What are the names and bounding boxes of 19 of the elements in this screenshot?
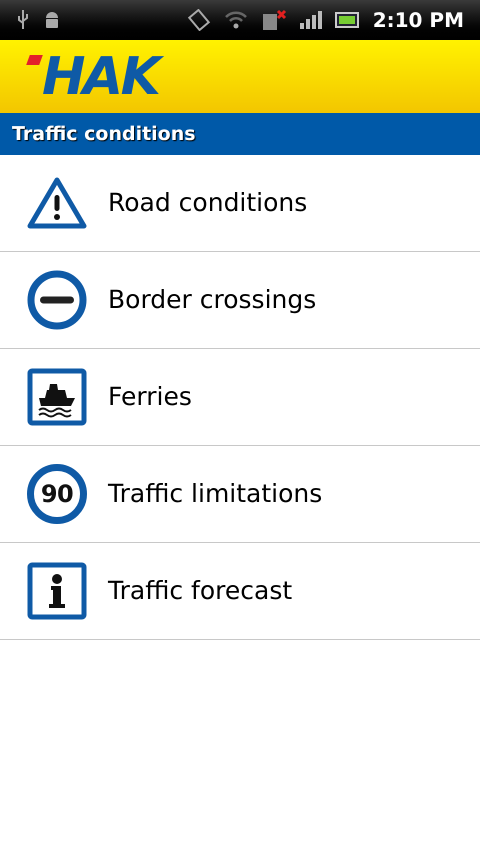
logo-square-mark [26, 54, 43, 64]
signal-icon [298, 10, 323, 30]
menu-item[interactable]: 90 Traffic limitations [0, 446, 480, 543]
no-entry-sign-icon [27, 270, 87, 330]
menu-item[interactable]: Border crossings [0, 252, 480, 349]
usb-icon [16, 9, 30, 31]
wifi-icon [222, 9, 249, 31]
speed-limit-sign: 90 [27, 464, 87, 524]
menu-item[interactable]: Traffic forecast [0, 543, 480, 640]
screen-title: Traffic conditions [12, 122, 196, 147]
menu-item[interactable]: Road conditions [0, 155, 480, 252]
battery-icon [334, 12, 361, 28]
clock: 2:10 PM [372, 7, 464, 34]
menu-item[interactable]: Ferries [0, 349, 480, 446]
warning-sign-icon [27, 177, 87, 229]
rotation-icon [186, 9, 211, 31]
no-sim-icon [260, 9, 287, 31]
info-sign-icon [27, 562, 87, 620]
ferry-sign-icon [27, 368, 87, 426]
